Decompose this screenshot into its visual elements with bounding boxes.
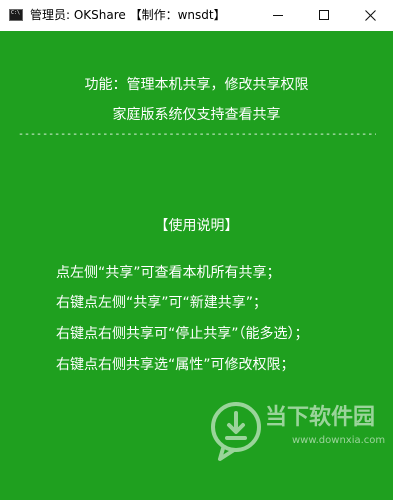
close-icon xyxy=(365,10,376,21)
close-button[interactable] xyxy=(347,0,393,31)
dashed-divider: ----------------------------------------… xyxy=(18,130,376,140)
minimize-button[interactable] xyxy=(255,0,301,31)
instruction-line: 右键点左侧“共享”可“新建共享”； xyxy=(56,295,268,311)
instruction-line: 右键点右侧共享选“属性”可修改权限； xyxy=(56,357,295,373)
support-note: 家庭版系统仅支持查看共享 xyxy=(112,107,281,123)
okshare-window: C:\ 管理员: OKShare 【制作：wnsdt】 功能：管理本机共享，修改… xyxy=(0,0,393,500)
console-icon-text: C:\ xyxy=(11,10,21,16)
watermark-text: 当下软件园 xyxy=(265,405,376,430)
downxia-logo-icon xyxy=(211,402,261,461)
console-app-icon[interactable]: C:\ xyxy=(9,9,23,21)
usage-heading: 【使用说明】 xyxy=(154,218,239,234)
watermark-url: www.downxia.com xyxy=(292,435,386,446)
instruction-line: 右键点右侧共享可“停止共享”（能多选）； xyxy=(56,326,309,342)
instruction-line: 点左侧“共享”可查看本机所有共享； xyxy=(56,265,281,281)
title-bar[interactable]: C:\ 管理员: OKShare 【制作：wnsdt】 xyxy=(0,0,393,31)
minimize-icon xyxy=(273,15,283,16)
maximize-icon xyxy=(319,10,329,20)
maximize-button[interactable] xyxy=(301,0,347,31)
feature-description: 功能：管理本机共享，修改共享权限 xyxy=(84,77,309,93)
window-title: 管理员: OKShare 【制作：wnsdt】 xyxy=(30,8,226,22)
downxia-watermark: 当下软件园 www.downxia.com xyxy=(210,401,385,471)
